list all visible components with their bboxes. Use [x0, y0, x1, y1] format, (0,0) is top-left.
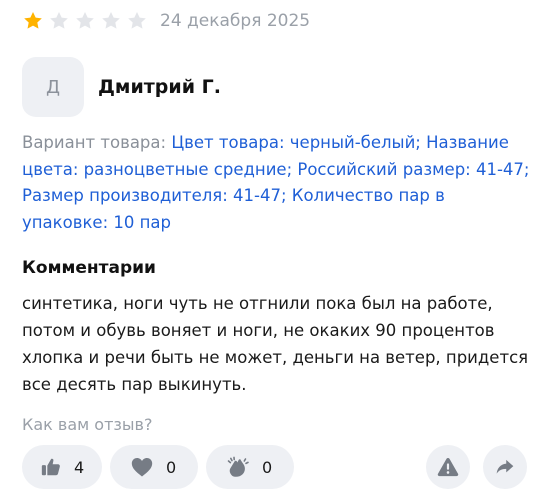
clap-button[interactable]: 0	[206, 445, 294, 489]
share-button[interactable]	[483, 445, 527, 489]
like-count: 4	[74, 457, 85, 477]
author-name: Дмитрий Г.	[98, 76, 221, 98]
star-empty-icon	[102, 12, 120, 29]
thumbs-up-icon	[41, 458, 60, 476]
star-rating	[22, 10, 148, 32]
heart-count: 0	[166, 457, 177, 477]
heart-button[interactable]: 0	[110, 445, 198, 489]
feedback-question: Как вам отзыв?	[22, 415, 153, 434]
star-icon	[24, 12, 42, 29]
star-empty-icon	[128, 12, 146, 29]
review-date: 24 декабря 2025	[160, 11, 311, 31]
avatar: Д	[22, 57, 84, 117]
like-button[interactable]: 4	[22, 445, 102, 489]
author-row: Д Дмитрий Г.	[22, 57, 221, 117]
rating-row: 24 декабря 2025	[22, 9, 310, 33]
heart-icon	[131, 458, 153, 477]
warning-icon	[437, 458, 459, 477]
share-arrow-icon	[496, 459, 514, 474]
product-variant: Вариант товара: Цвет товара: черный-белы…	[22, 130, 532, 236]
comment-text: синтетика, ноги чуть не отгнили пока был…	[22, 294, 529, 394]
star-empty-icon	[50, 12, 68, 29]
clapping-hands-icon	[227, 456, 249, 477]
report-button[interactable]	[426, 445, 470, 489]
clap-count: 0	[262, 457, 273, 477]
star-empty-icon	[76, 12, 94, 29]
variant-label: Вариант товара:	[22, 133, 167, 152]
reaction-bar: 4 0 0	[22, 445, 527, 489]
comment-title: Комментарии	[22, 258, 156, 278]
